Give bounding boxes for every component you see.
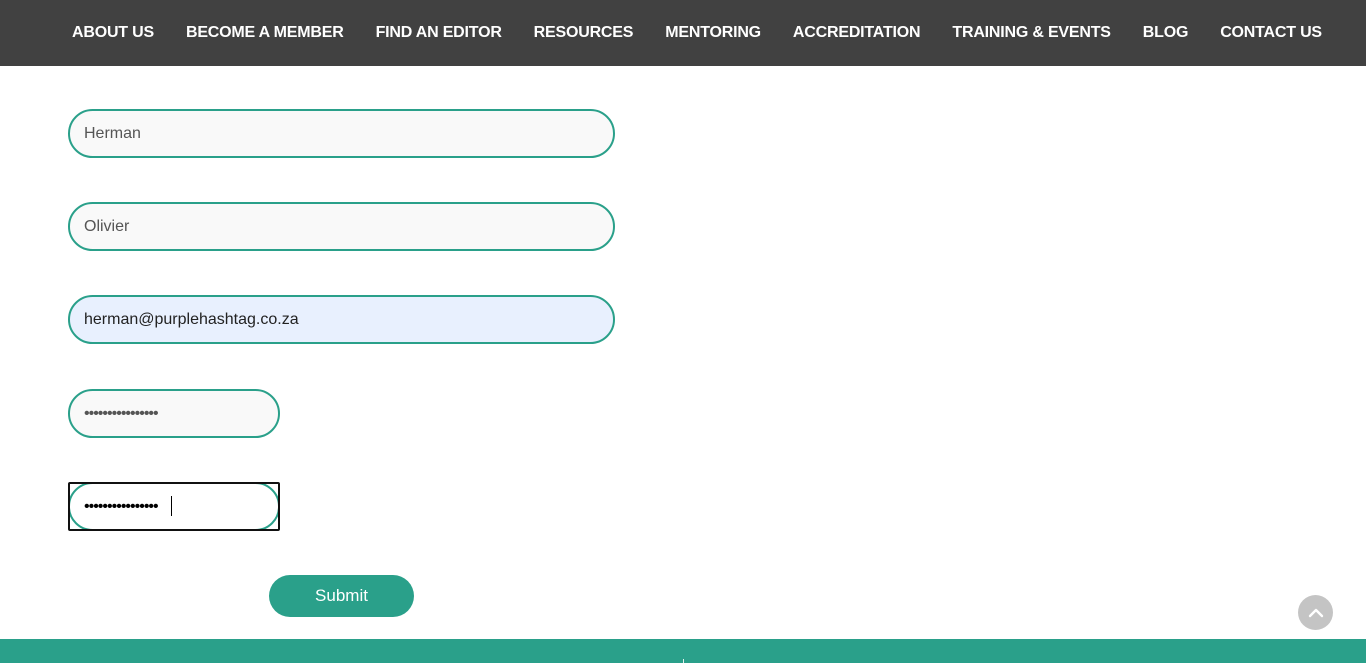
nav-item-become-a-member[interactable]: BECOME A MEMBER [170,24,360,42]
footer-divider [683,659,684,663]
scroll-to-top-button[interactable] [1298,595,1333,630]
last-name-input[interactable] [68,202,615,251]
page: ABOUT US BECOME A MEMBER FIND AN EDITOR … [0,0,1366,663]
nav-item-training-events[interactable]: TRAINING & EVENTS [936,24,1126,42]
nav-item-find-an-editor[interactable]: FIND AN EDITOR [360,24,518,42]
nav-item-blog[interactable]: BLOG [1127,24,1204,42]
nav-item-mentoring[interactable]: MENTORING [649,24,777,42]
chevron-up-icon [1308,608,1323,617]
nav-item-resources[interactable]: RESOURCES [518,24,650,42]
nav-item-about-us[interactable]: ABOUT US [56,24,170,42]
password-input[interactable] [68,389,280,438]
top-navigation: ABOUT US BECOME A MEMBER FIND AN EDITOR … [0,0,1366,66]
submit-button[interactable]: Submit [269,575,414,617]
first-name-input[interactable] [68,109,615,158]
nav-item-contact-us[interactable]: CONTACT US [1204,24,1338,42]
nav-menu: ABOUT US BECOME A MEMBER FIND AN EDITOR … [56,0,1338,66]
nav-item-accreditation[interactable]: ACCREDITATION [777,24,936,42]
confirm-password-input[interactable] [68,482,280,531]
email-input[interactable] [68,295,615,344]
footer-strip [0,639,1366,663]
